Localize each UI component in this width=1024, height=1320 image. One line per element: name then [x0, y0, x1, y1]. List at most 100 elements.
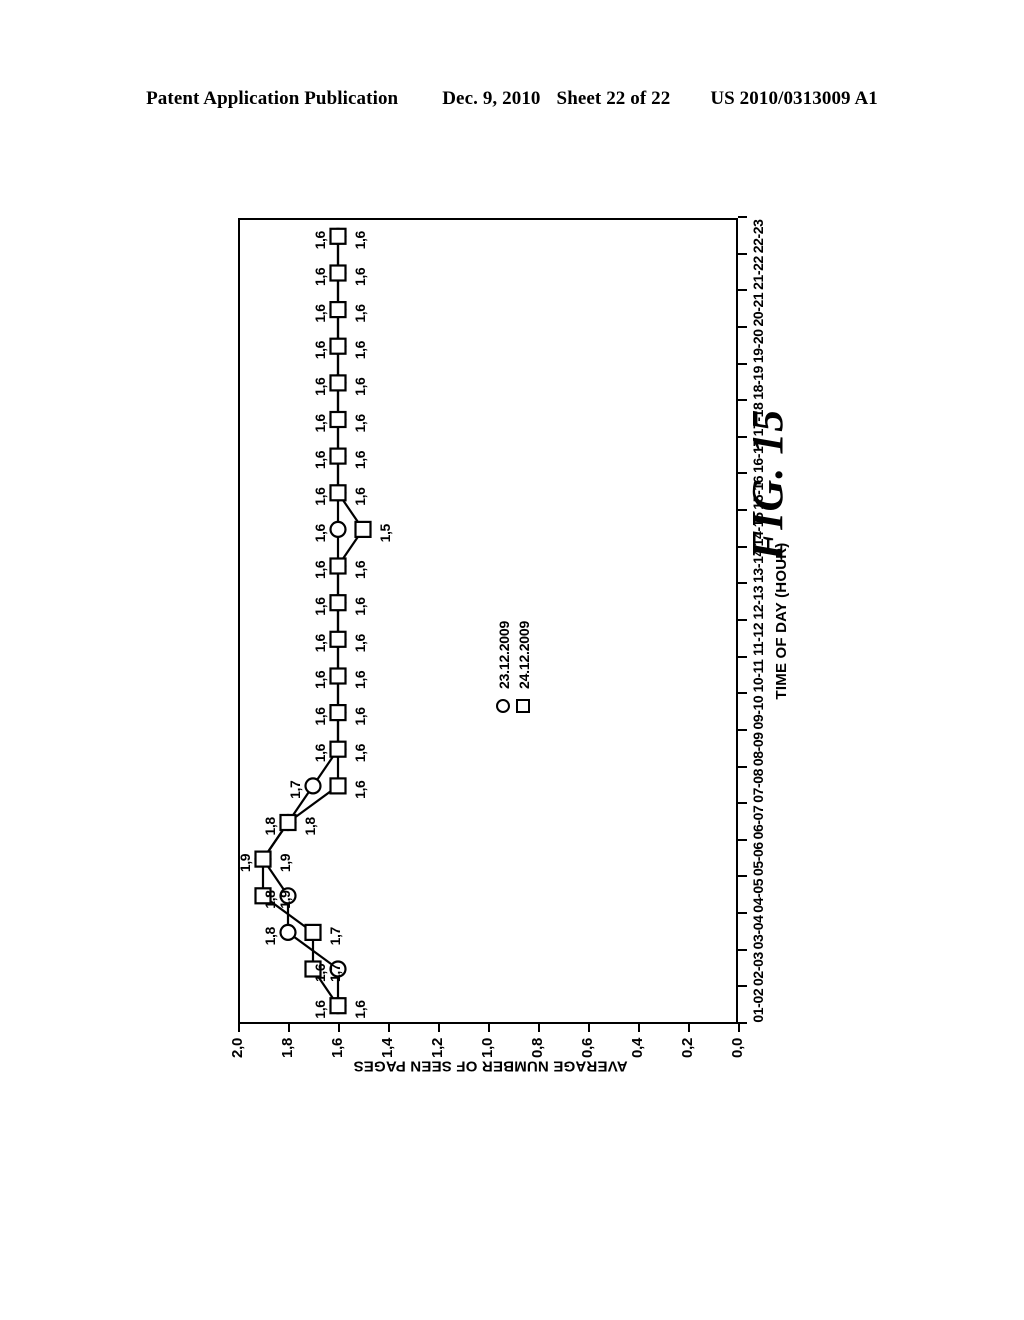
x-axis-tick: [738, 948, 747, 951]
data-point-label: 1,7: [287, 780, 303, 799]
data-point-label: 1,6: [352, 267, 368, 286]
data-point-label: 1,6: [352, 340, 368, 360]
data-point-square: [329, 557, 347, 575]
x-axis-tick: [738, 325, 747, 328]
data-point-label: 1,6: [312, 634, 328, 653]
x-axis-tick: [738, 1022, 747, 1024]
data-point-label: 1,6: [312, 304, 328, 323]
x-axis-tick-label: 12-13: [750, 585, 766, 620]
data-point-label: 1,6: [352, 707, 368, 726]
y-axis-tick: [738, 1023, 740, 1032]
x-axis-tick-label: 18-19: [750, 365, 766, 400]
legend-label: 24.12.2009: [516, 620, 532, 689]
data-point-label: 1,8: [262, 817, 278, 836]
x-axis-tick-label: 02-03: [750, 952, 766, 986]
x-axis-tick: [738, 692, 747, 695]
x-axis-tick: [738, 765, 747, 768]
data-point-square: [329, 337, 347, 355]
data-point-square: [329, 300, 347, 319]
x-axis-tick: [738, 582, 747, 585]
data-point-label: 1,8: [262, 927, 278, 946]
data-point-label: 1,6: [312, 670, 328, 689]
data-point-label: 1,6: [352, 670, 368, 689]
data-point-square: [329, 227, 347, 245]
data-point-square: [254, 850, 272, 868]
data-point-square: [329, 777, 347, 795]
data-point-square: [329, 484, 347, 502]
x-axis-tick: [738, 838, 747, 841]
y-axis-tick: [688, 1023, 690, 1032]
y-axis-tick: [238, 1023, 240, 1032]
data-point-label: 1,9: [277, 890, 293, 909]
data-point-label: 1,6: [312, 487, 328, 506]
x-axis-tick: [738, 875, 747, 878]
data-point-label: 1,6: [312, 231, 328, 250]
x-axis-tick: [738, 655, 747, 658]
data-point-square: [279, 813, 297, 832]
x-axis-tick: [738, 619, 747, 621]
y-axis-tick: [388, 1023, 390, 1032]
legend-marker: [515, 697, 533, 714]
x-axis-tick-label: 19-20: [750, 329, 766, 364]
y-axis-tick: [288, 1023, 290, 1032]
data-point-label: 1,6: [312, 414, 328, 433]
data-point-label: 1,8: [302, 817, 318, 836]
figure-caption: FIG. 15: [743, 408, 792, 560]
data-point-label: 1,6: [352, 231, 368, 250]
data-point-label: 1,8: [262, 890, 278, 909]
y-axis-title: AVERAGE NUMBER OF SEEN PAGES: [353, 1057, 628, 1075]
data-point-label: 1,6: [352, 597, 368, 616]
data-point-square: [304, 923, 322, 942]
data-point-label: 1,6: [352, 414, 368, 433]
data-point-label: 1,7: [327, 927, 343, 946]
y-axis-tick: [338, 1023, 340, 1032]
figure-area: 0,0 0,2 0,4 0,6 0,8 1,0 1,2 1,4 1,6 1,8 2,0 01-02 0…: [0, 0, 1024, 1320]
x-axis-tick-label: 08-09: [750, 732, 766, 767]
x-axis-tick-label: 10-11: [750, 659, 766, 693]
y-axis-tick: [438, 1023, 440, 1032]
data-point-label: 1,6: [312, 1000, 328, 1019]
x-axis-tick-label: 11-12: [750, 622, 766, 656]
data-point-label: 1,6: [312, 267, 328, 286]
x-axis-tick-label: 03-04: [750, 915, 766, 950]
x-axis-tick-label: 22-23: [750, 219, 766, 254]
data-point-label: 1,6: [312, 743, 328, 763]
data-point-label: 1,6: [352, 743, 368, 763]
data-point-label: 1,6: [312, 707, 328, 726]
data-point-label: 1,5: [377, 524, 393, 543]
data-point-label: 1,6: [352, 450, 368, 470]
data-point-square: [329, 374, 347, 392]
legend-item: 24.12.2009: [514, 621, 534, 714]
x-axis-tick: [738, 985, 747, 988]
y-axis-tick: [538, 1023, 540, 1032]
data-series-layer: [254, 227, 372, 1015]
data-point-label: 1,6: [352, 560, 368, 580]
data-point-label: 1,6: [312, 340, 328, 360]
y-axis-tick: [638, 1023, 640, 1032]
data-point-square: [329, 997, 347, 1015]
x-axis-tick: [738, 728, 747, 731]
data-point-label: 1,6: [312, 560, 328, 580]
x-axis-tick: [738, 802, 747, 805]
x-axis-tick: [738, 289, 747, 292]
data-point-square: [329, 740, 347, 758]
data-point-label: 1,6: [312, 597, 328, 616]
data-point-label: 1,6: [352, 487, 368, 506]
data-point-square: [354, 520, 372, 538]
data-point-label: 1,6: [352, 780, 368, 799]
chart-rotator: 0,0 0,2 0,4 0,6 0,8 1,0 1,2 1,4 1,6 1,8 2,0 01-02 0…: [229, 210, 792, 1110]
x-axis-tick: [738, 362, 747, 365]
data-point-circle: [304, 777, 322, 795]
x-axis-tick-label: 21-22: [750, 256, 766, 290]
data-point-square: [329, 447, 347, 465]
x-axis-tick-label: 07-08: [750, 768, 766, 803]
chart-plot: 0,0 0,2 0,4 0,6 0,8 1,0 1,2 1,4 1,6 1,8 2,0 01-02 0…: [229, 210, 792, 1110]
x-axis-tick-label: 06-07: [750, 805, 766, 840]
legend-marker: [495, 697, 513, 714]
data-point-label: 1,7: [327, 963, 343, 983]
legend-item: 23.12.2009: [494, 621, 514, 714]
x-axis-tick-label: 01-02: [750, 988, 766, 1023]
data-point-label: 1,6: [352, 304, 368, 323]
data-point-label: 1,9: [237, 853, 253, 873]
data-point-label: 1,6: [312, 963, 328, 983]
